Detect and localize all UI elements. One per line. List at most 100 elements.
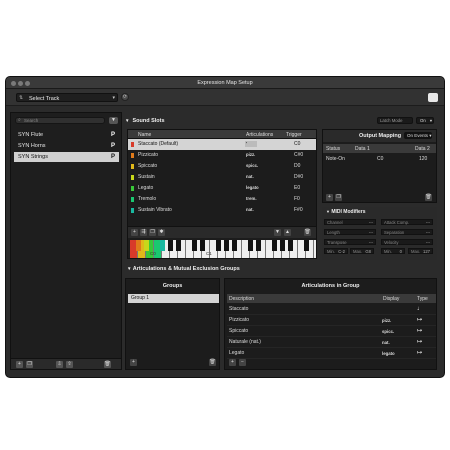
- slot-articulation[interactable]: ': [246, 139, 247, 150]
- articulation-type-icon[interactable]: ↦: [417, 326, 422, 337]
- min-velocity-field[interactable]: Min. 0: [381, 248, 405, 254]
- articulation-description[interactable]: Naturale (nat.): [229, 337, 261, 348]
- refresh-button[interactable]: ⟳: [121, 93, 129, 101]
- trash-icon[interactable]: 🗑: [104, 361, 111, 368]
- articulation-display[interactable]: spicc.: [382, 326, 394, 337]
- latch-mode-dropdown[interactable]: On ▾: [416, 117, 434, 124]
- black-key[interactable]: [215, 240, 221, 251]
- duplicate-icon[interactable]: ❐: [26, 361, 33, 368]
- color-swatch[interactable]: [131, 197, 134, 202]
- piano-keyboard[interactable]: C0 C1: [130, 240, 316, 258]
- sound-slot-row[interactable]: Pizzicato pizz. C#0: [128, 150, 316, 161]
- slot-name[interactable]: Sustain Vibrato: [138, 205, 172, 216]
- black-key[interactable]: [199, 240, 205, 251]
- slot-name[interactable]: Staccato (Default): [138, 139, 178, 150]
- black-key[interactable]: [255, 240, 261, 251]
- slot-articulation[interactable]: spicc.: [246, 161, 258, 172]
- articulation-description[interactable]: Legato: [229, 348, 244, 359]
- list-item[interactable]: SYN Flute P: [14, 130, 119, 140]
- output-mapping-row[interactable]: Note-On C0 120: [323, 154, 436, 163]
- trash-icon[interactable]: 🗑: [209, 359, 216, 366]
- min-pitch-field[interactable]: Min. C-2: [324, 248, 348, 254]
- black-key[interactable]: [135, 240, 141, 251]
- group-row-selected[interactable]: Group 1: [128, 294, 219, 303]
- remove-icon[interactable]: −: [239, 359, 246, 366]
- add-slot-icon[interactable]: +: [131, 229, 138, 236]
- black-key[interactable]: [175, 240, 181, 251]
- articulation-row[interactable]: Staccato ♩: [227, 304, 436, 315]
- articulation-type-icon[interactable]: ↦: [417, 348, 422, 359]
- articulation-row[interactable]: Pizzicato pizz. ↦: [227, 315, 436, 326]
- sound-slot-row[interactable]: Sustain nat. D#0: [128, 172, 316, 183]
- articulation-type-icon[interactable]: ♩: [417, 304, 423, 315]
- add-icon[interactable]: +: [326, 194, 333, 201]
- color-swatch[interactable]: [131, 208, 134, 213]
- status-cell[interactable]: Note-On: [326, 156, 345, 162]
- search-input[interactable]: ⌕ Search: [15, 117, 105, 124]
- data1-cell[interactable]: C0: [377, 156, 383, 162]
- color-swatch[interactable]: [131, 142, 134, 147]
- slot-articulation[interactable]: nat.: [246, 205, 254, 216]
- slot-trigger[interactable]: D#0: [294, 172, 303, 183]
- col-header-type[interactable]: Type: [417, 296, 428, 302]
- slot-name[interactable]: Spiccato: [138, 161, 157, 172]
- add-icon[interactable]: +: [229, 359, 236, 366]
- slot-name[interactable]: Sustain: [138, 172, 155, 183]
- data2-cell[interactable]: 120: [419, 156, 427, 162]
- black-key[interactable]: [279, 240, 285, 251]
- articulation-row[interactable]: Legato legato ↦: [227, 348, 436, 359]
- black-key[interactable]: [159, 240, 165, 251]
- import-icon[interactable]: ⇩: [56, 361, 63, 368]
- articulation-row[interactable]: Naturale (nat.) nat. ↦: [227, 337, 436, 348]
- slot-trigger[interactable]: F#0: [294, 205, 303, 216]
- color-swatch[interactable]: [131, 175, 134, 180]
- color-swatch[interactable]: [131, 164, 134, 169]
- slot-trigger[interactable]: D0: [294, 161, 300, 172]
- add-icon[interactable]: +: [16, 361, 23, 368]
- slot-trigger[interactable]: C#0: [294, 150, 303, 161]
- slot-name[interactable]: Legato: [138, 183, 153, 194]
- slot-articulation[interactable]: trem.: [246, 194, 257, 205]
- articulation-description[interactable]: Pizzicato: [229, 315, 249, 326]
- col-header-trigger[interactable]: Trigger: [286, 132, 302, 138]
- channel-field[interactable]: Channel ---: [324, 219, 376, 225]
- slot-articulation[interactable]: legato: [246, 183, 259, 194]
- select-track-dropdown[interactable]: ⇅ Select Track ▾: [16, 93, 118, 102]
- col-header-display[interactable]: Display: [383, 296, 399, 302]
- filter-icon[interactable]: ▼: [109, 117, 118, 124]
- attack-comp-field[interactable]: Attack Comp. ---: [381, 219, 433, 225]
- export-icon[interactable]: ⇧: [66, 361, 73, 368]
- sound-slot-row-selected[interactable]: Staccato (Default) ' C0: [128, 139, 316, 150]
- articulation-description[interactable]: Staccato: [229, 304, 248, 315]
- separation-field[interactable]: Separation ---: [381, 229, 433, 235]
- color-swatch[interactable]: [131, 153, 134, 158]
- move-down-icon[interactable]: ▼: [274, 229, 281, 236]
- articulation-description[interactable]: Spiccato: [229, 326, 248, 337]
- slot-name[interactable]: Tremolo: [138, 194, 156, 205]
- sound-slot-row[interactable]: Sustain Vibrato nat. F#0: [128, 205, 316, 216]
- black-key[interactable]: [167, 240, 173, 251]
- slot-name[interactable]: Pizzicato: [138, 150, 158, 161]
- ameg-header[interactable]: ▼ Articulations & Mutual Exclusion Group…: [127, 266, 240, 272]
- move-up-icon[interactable]: ▲: [284, 229, 291, 236]
- add-icon[interactable]: +: [130, 359, 137, 366]
- slot-trigger[interactable]: E0: [294, 183, 300, 194]
- velocity-field[interactable]: Velocity ---: [381, 239, 433, 245]
- black-key[interactable]: [247, 240, 253, 251]
- auto-fill-icon[interactable]: ⇶: [140, 229, 147, 236]
- articulation-display[interactable]: nat.: [382, 337, 390, 348]
- col-header-description[interactable]: Description: [229, 296, 254, 302]
- event-mode-dropdown[interactable]: On Events ▾: [404, 132, 432, 139]
- articulation-type-icon[interactable]: ↦: [417, 315, 422, 326]
- length-field[interactable]: Length ---: [324, 229, 376, 235]
- col-header-articulations[interactable]: Articulations: [246, 132, 273, 138]
- duplicate-icon[interactable]: ❐: [335, 194, 342, 201]
- black-key[interactable]: [271, 240, 277, 251]
- settings-icon[interactable]: ✱: [158, 229, 165, 236]
- sound-slot-row[interactable]: Spiccato spicc. D0: [128, 161, 316, 172]
- max-pitch-field[interactable]: Max. G8: [350, 248, 374, 254]
- midi-modifiers-header[interactable]: ▼ MIDI Modifiers: [326, 209, 366, 215]
- slot-trigger[interactable]: F0: [294, 194, 300, 205]
- slot-articulation[interactable]: pizz.: [246, 150, 255, 161]
- articulation-display[interactable]: pizz.: [382, 315, 391, 326]
